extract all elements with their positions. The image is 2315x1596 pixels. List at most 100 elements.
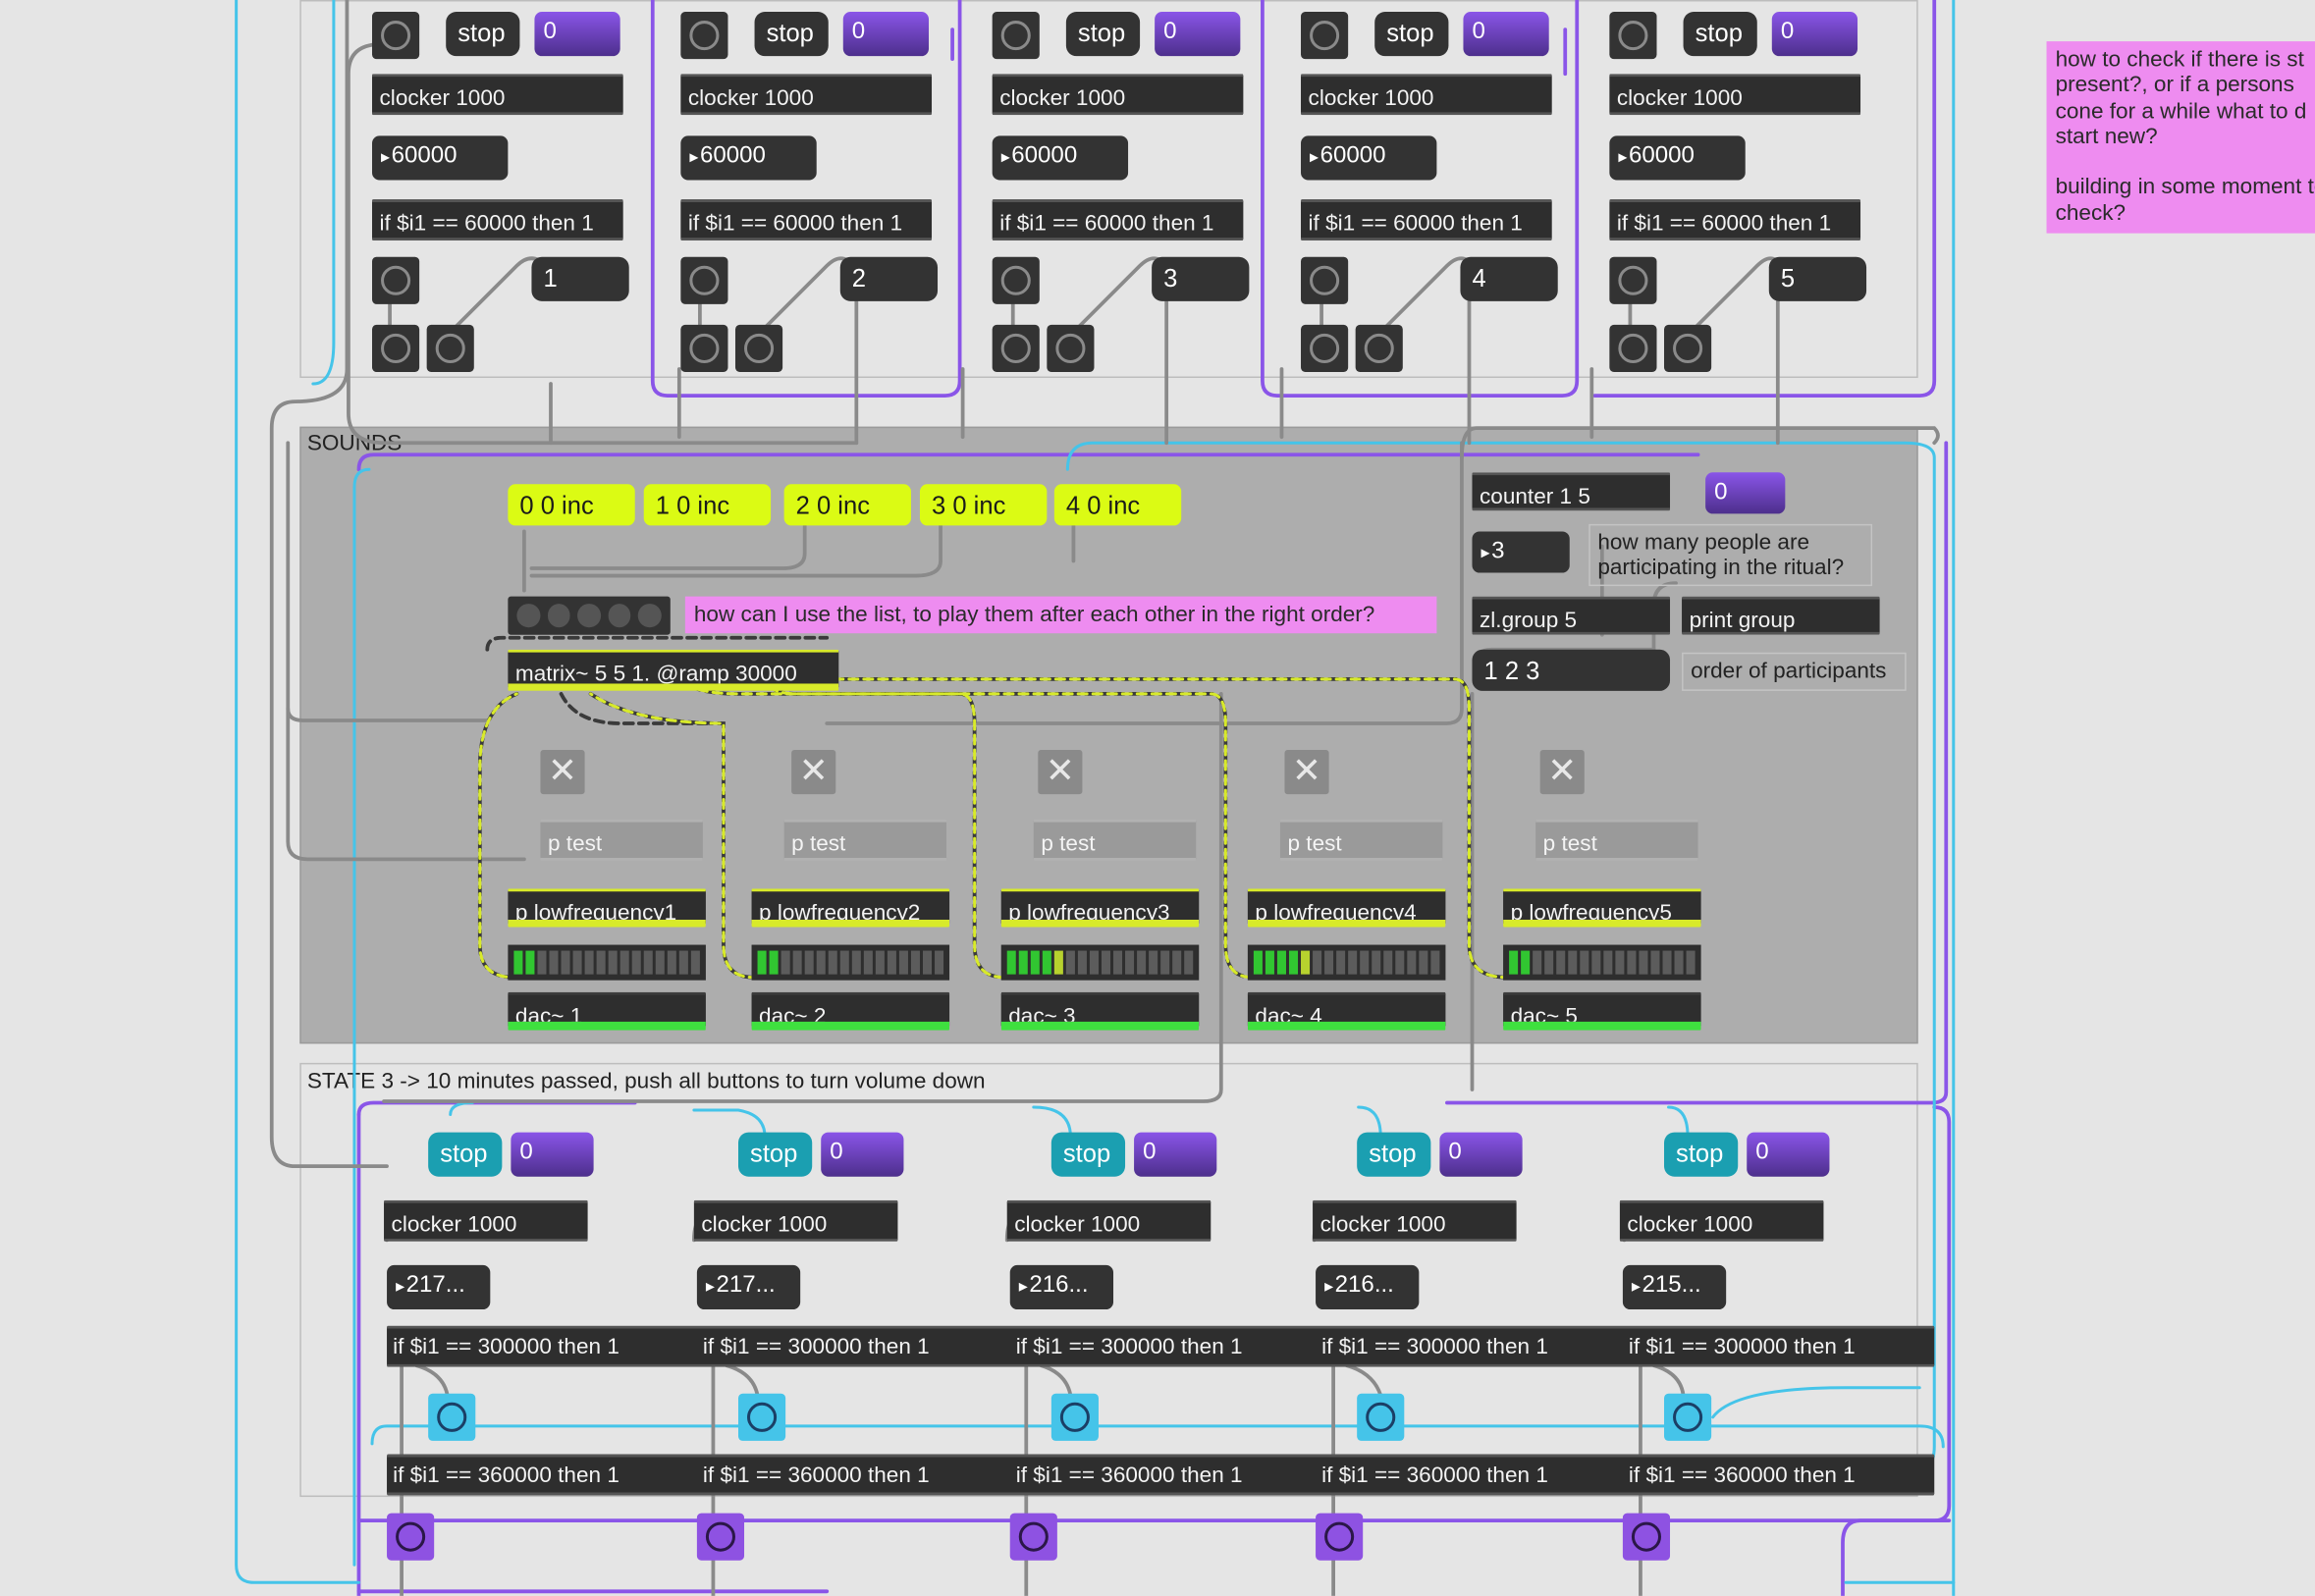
clocker-object[interactable]: clocker 1000 — [1609, 74, 1861, 116]
elapsed-number[interactable]: 216... — [1009, 1264, 1114, 1310]
stop-button[interactable]: stop — [1357, 1132, 1431, 1177]
inc-message[interactable]: 4 0 inc — [1053, 484, 1182, 526]
note-list-question[interactable]: how can I use the list, to play them aft… — [684, 596, 1437, 634]
reset-number[interactable]: 0 — [842, 12, 930, 57]
dac-object[interactable]: dac~ 3 — [1000, 991, 1200, 1031]
out-bang-left-icon[interactable] — [372, 324, 420, 373]
volume-bang-icon[interactable] — [738, 1393, 786, 1441]
condition-300000-label[interactable]: if $i1 == 300000 then 1 — [1321, 1336, 1548, 1358]
clocker-object[interactable]: clocker 1000 — [1313, 1199, 1517, 1242]
volume-bang-icon[interactable] — [1664, 1393, 1712, 1441]
start-bang-icon[interactable] — [680, 12, 728, 60]
condition-360000-label[interactable]: if $i1 == 360000 then 1 — [703, 1464, 930, 1487]
out-bang-left-icon[interactable] — [680, 324, 728, 373]
volume-bang-icon[interactable] — [1357, 1393, 1405, 1441]
trigger-bang-icon[interactable] — [372, 256, 420, 304]
condition-300000-label[interactable]: if $i1 == 300000 then 1 — [1629, 1336, 1856, 1358]
participant-message[interactable]: 5 — [1768, 256, 1867, 301]
reset-number[interactable]: 0 — [821, 1132, 904, 1177]
participant-message[interactable]: 1 — [531, 256, 629, 301]
out-bang-right-icon[interactable] — [1355, 324, 1403, 373]
out-bang-left-icon[interactable] — [992, 324, 1040, 373]
stop-button[interactable]: stop — [1374, 12, 1449, 57]
condition-300000-label[interactable]: if $i1 == 300000 then 1 — [703, 1336, 930, 1358]
clocker-object[interactable]: clocker 1000 — [1301, 74, 1552, 116]
stop-button[interactable]: stop — [446, 12, 520, 57]
p-test-object[interactable]: p test — [1033, 819, 1197, 861]
reset-number[interactable]: 0 — [1439, 1132, 1523, 1177]
start-bang-icon[interactable] — [1609, 12, 1657, 60]
condition-object[interactable]: if $i1 == 60000 then 1 — [992, 199, 1244, 241]
clocker-object[interactable]: clocker 1000 — [384, 1199, 588, 1242]
condition-360000-label[interactable]: if $i1 == 360000 then 1 — [1629, 1464, 1856, 1487]
participant-message[interactable]: 3 — [1152, 256, 1250, 301]
reset-number[interactable]: 0 — [1134, 1132, 1217, 1177]
elapsed-number[interactable]: 60000 — [1301, 135, 1437, 181]
trigger-bang-icon[interactable] — [680, 256, 728, 304]
reset-number[interactable]: 0 — [534, 12, 620, 57]
end-bang-icon[interactable] — [1316, 1513, 1364, 1561]
volume-bang-icon[interactable] — [428, 1393, 476, 1441]
volume-bang-icon[interactable] — [1050, 1393, 1099, 1441]
end-bang-icon[interactable] — [387, 1513, 435, 1561]
clocker-object[interactable]: clocker 1000 — [1619, 1199, 1824, 1242]
elapsed-number[interactable]: 215... — [1622, 1264, 1727, 1310]
lowfrequency-object[interactable]: p lowfrequency4 — [1247, 888, 1446, 928]
elapsed-number[interactable]: 217... — [696, 1264, 801, 1310]
x-toggle-icon[interactable]: ✕ — [791, 750, 836, 795]
participant-message[interactable]: 4 — [1460, 256, 1558, 301]
dac-object[interactable]: dac~ 5 — [1503, 991, 1701, 1031]
x-toggle-icon[interactable]: ✕ — [1539, 750, 1585, 795]
reset-number[interactable]: 0 — [1155, 12, 1241, 57]
end-bang-icon[interactable] — [1009, 1513, 1057, 1561]
stop-button[interactable]: stop — [1664, 1132, 1739, 1177]
inc-message[interactable]: 3 0 inc — [919, 484, 1048, 526]
stop-button[interactable]: stop — [1683, 12, 1757, 57]
out-bang-right-icon[interactable] — [734, 324, 783, 373]
order-message[interactable]: 1 2 3 — [1472, 649, 1671, 691]
reset-number[interactable]: 0 — [1771, 12, 1858, 57]
condition-object[interactable]: if $i1 == 60000 then 1 — [1609, 199, 1861, 241]
inc-message[interactable]: 1 0 inc — [643, 484, 772, 526]
condition-360000-label[interactable]: if $i1 == 360000 then 1 — [1321, 1464, 1548, 1487]
lowfrequency-object[interactable]: p lowfrequency5 — [1503, 888, 1701, 928]
x-toggle-icon[interactable]: ✕ — [1038, 750, 1083, 795]
zl-group-object[interactable]: zl.group 5 — [1472, 596, 1671, 635]
stop-button[interactable]: stop — [428, 1132, 503, 1177]
trigger-bang-icon[interactable] — [1609, 256, 1657, 304]
reset-number[interactable]: 0 — [1463, 12, 1549, 57]
out-bang-right-icon[interactable] — [1047, 324, 1095, 373]
start-bang-icon[interactable] — [372, 12, 420, 60]
clocker-object[interactable]: clocker 1000 — [372, 74, 623, 116]
elapsed-number[interactable]: 216... — [1316, 1264, 1420, 1310]
condition-300000-label[interactable]: if $i1 == 300000 then 1 — [393, 1336, 619, 1358]
condition-object[interactable]: if $i1 == 60000 then 1 — [372, 199, 623, 241]
inc-message[interactable]: 2 0 inc — [783, 484, 911, 526]
stop-button[interactable]: stop — [1065, 12, 1141, 57]
x-toggle-icon[interactable]: ✕ — [540, 750, 585, 795]
condition-360000-label[interactable]: if $i1 == 360000 then 1 — [393, 1464, 619, 1487]
stop-button[interactable]: stop — [1050, 1132, 1126, 1177]
elapsed-number[interactable]: 60000 — [680, 135, 817, 181]
p-test-object[interactable]: p test — [1535, 819, 1698, 861]
condition-360000-label[interactable]: if $i1 == 360000 then 1 — [1016, 1464, 1243, 1487]
elapsed-number[interactable]: 60000 — [372, 135, 509, 181]
clocker-object[interactable]: clocker 1000 — [1006, 1199, 1211, 1242]
elapsed-number[interactable]: 217... — [387, 1264, 491, 1310]
lowfrequency-object[interactable]: p lowfrequency2 — [751, 888, 950, 928]
clocker-object[interactable]: clocker 1000 — [693, 1199, 898, 1242]
p-test-object[interactable]: p test — [783, 819, 947, 861]
start-bang-icon[interactable] — [1301, 12, 1349, 60]
stop-button[interactable]: stop — [754, 12, 829, 57]
participants-number[interactable]: 3 — [1472, 531, 1570, 573]
note-top-right[interactable]: how to check if there is st present?, or… — [2046, 41, 2315, 234]
lowfrequency-object[interactable]: p lowfrequency3 — [1000, 888, 1200, 928]
x-toggle-icon[interactable]: ✕ — [1284, 750, 1329, 795]
participant-message[interactable]: 2 — [839, 256, 939, 301]
elapsed-number[interactable]: 60000 — [1609, 135, 1746, 181]
reset-number[interactable]: 0 — [1747, 1132, 1830, 1177]
dac-object[interactable]: dac~ 2 — [751, 991, 950, 1031]
counter-object[interactable]: counter 1 5 — [1472, 472, 1671, 511]
matrix-object[interactable]: matrix~ 5 5 1. @ramp 30000 — [508, 649, 839, 691]
dac-object[interactable]: dac~ 4 — [1247, 991, 1446, 1031]
